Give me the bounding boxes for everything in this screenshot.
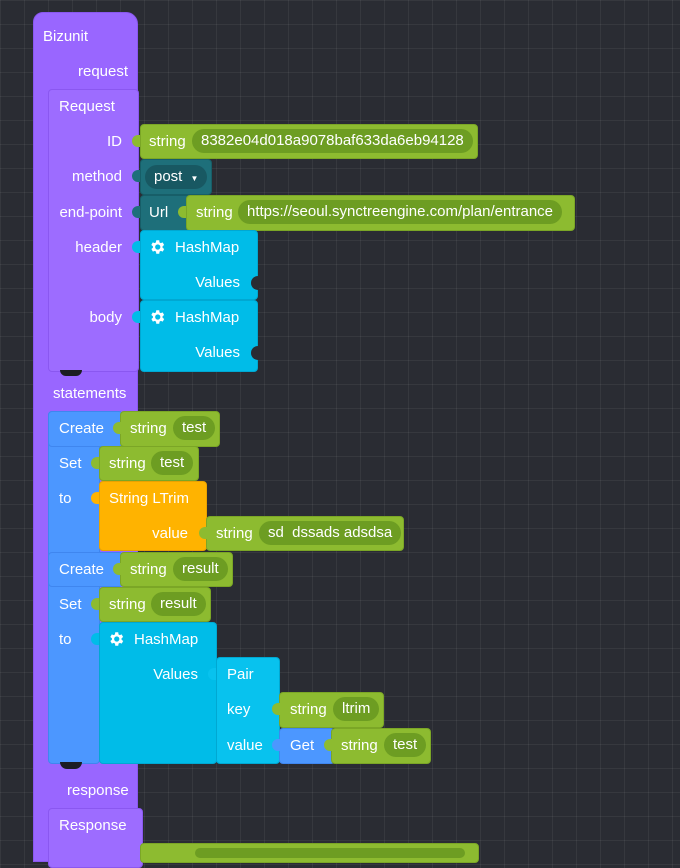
header-hashmap-plug: [132, 241, 140, 253]
pair-key-plug: [272, 703, 280, 715]
body-hashmap-values-label: Values: [195, 344, 240, 361]
ltrim-string-plug: [199, 527, 207, 539]
body-hashmap-label: HashMap: [175, 309, 240, 326]
bizunit-title: Bizunit: [43, 28, 89, 45]
get-string-type: string: [341, 737, 378, 754]
get-string-plug: [324, 739, 332, 751]
set-test-type: string: [109, 455, 146, 472]
ltrim-string-type: string: [216, 525, 253, 542]
pair-key-label: key: [227, 701, 251, 718]
url-plug: [132, 206, 140, 218]
set-result-hashmap-values-label: Values: [153, 666, 198, 683]
ltrim-label: String LTrim: [109, 490, 190, 507]
pair-value-label: value: [227, 737, 263, 754]
pair-key-value[interactable]: ltrim: [333, 697, 380, 721]
set-result-plug: [91, 598, 99, 610]
statements-stack-bump: [60, 762, 82, 769]
set-result-hashmap-label: HashMap: [134, 631, 199, 648]
get-string-value[interactable]: test: [384, 733, 427, 757]
id-string-type: string: [149, 133, 186, 150]
id-string-plug: [132, 135, 140, 147]
set-result-value[interactable]: result: [151, 592, 206, 616]
method-label: method: [71, 168, 122, 185]
request-block-bump: [60, 370, 82, 376]
set-result-hashmap-plug: [91, 633, 99, 645]
set-test-label: Set: [59, 455, 82, 472]
method-value: post: [154, 168, 183, 185]
endpoint-label: end-point: [59, 204, 122, 221]
gear-icon[interactable]: [107, 630, 125, 648]
set-result-to-label: to: [59, 631, 72, 648]
gear-icon[interactable]: [148, 308, 166, 326]
set-result-type: string: [109, 596, 146, 613]
response-title: Response: [59, 817, 127, 834]
header-label: header: [75, 239, 122, 256]
set-result-label: Set: [59, 596, 82, 613]
get-plug: [272, 739, 280, 751]
request-title: Request: [59, 98, 115, 115]
method-dropdown[interactable]: post ▼: [145, 165, 207, 189]
get-label: Get: [290, 737, 315, 754]
ltrim-string-value[interactable]: sd dssads adsdsa: [259, 521, 402, 545]
create-result-label: Create: [59, 561, 105, 578]
url-label: Url: [149, 204, 169, 221]
response-slot-label: response: [67, 782, 129, 799]
create-test-value[interactable]: test: [173, 416, 216, 440]
pair-plug: [208, 668, 216, 680]
statements-slot-label: statements: [53, 385, 127, 402]
request-slot-label: request: [78, 63, 129, 80]
chevron-down-icon: ▼: [190, 174, 199, 183]
ltrim-value-label: value: [152, 525, 188, 542]
body-label: body: [89, 309, 122, 326]
body-values-socket: [251, 346, 259, 360]
create-result-plug: [113, 563, 121, 575]
set-test-value[interactable]: test: [151, 451, 194, 475]
pair-key-type: string: [290, 701, 327, 718]
ltrim-plug: [91, 492, 99, 504]
header-hashmap-label: HashMap: [175, 239, 240, 256]
set-test-plug: [91, 457, 99, 469]
pair-label: Pair: [227, 666, 254, 683]
response-partial-pill: [195, 848, 465, 858]
create-test-label: Create: [59, 420, 105, 437]
create-test-type: string: [130, 420, 167, 437]
request-block[interactable]: [48, 89, 139, 372]
url-string-value[interactable]: https://seoul.synctreengine.com/plan/ent…: [238, 200, 563, 224]
create-result-type: string: [130, 561, 167, 578]
header-hashmap-values-label: Values: [195, 274, 240, 291]
create-result-value[interactable]: result: [173, 557, 228, 581]
id-label: ID: [107, 133, 122, 150]
body-hashmap-plug: [132, 311, 140, 323]
gear-icon[interactable]: [148, 238, 166, 256]
id-string-value[interactable]: 8382e04d018a9078baf633da6eb94128: [192, 129, 473, 153]
header-values-socket: [251, 276, 259, 290]
create-test-plug: [113, 422, 121, 434]
set-test-to-label: to: [59, 490, 72, 507]
url-string-plug: [178, 206, 186, 218]
method-plug: [132, 170, 140, 182]
url-string-type: string: [196, 204, 233, 221]
